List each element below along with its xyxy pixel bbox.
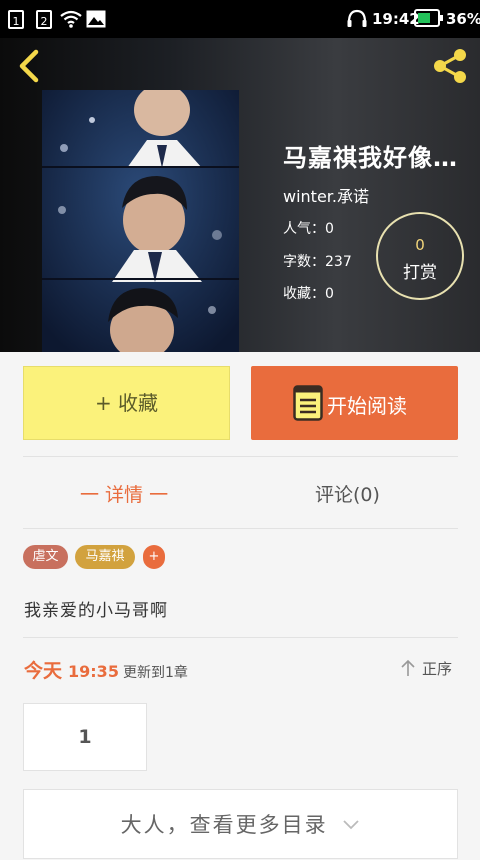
word-count-value: 237 xyxy=(325,254,352,270)
divider xyxy=(23,456,458,457)
gallery-icon xyxy=(86,10,106,28)
start-reading-button[interactable]: 开始阅读 xyxy=(251,366,458,440)
word-count-label: 字数： xyxy=(283,254,325,270)
update-day: 今天 xyxy=(24,660,63,682)
book-cover[interactable] xyxy=(42,90,239,352)
more-catalog-label: 大人，查看更多目录 xyxy=(120,813,328,837)
divider xyxy=(23,528,458,529)
headset-icon xyxy=(347,9,367,27)
update-info: 今天 19:35 更新到1章 xyxy=(24,656,188,683)
book-icon xyxy=(293,385,323,421)
update-text: 更新到1章 xyxy=(122,665,188,681)
chapter-item[interactable]: 1 xyxy=(23,703,147,771)
tag-chip[interactable]: 虐文 xyxy=(23,545,68,569)
popularity-stat: 人气：0 xyxy=(283,218,334,238)
tip-count: 0 xyxy=(415,236,425,254)
battery-icon xyxy=(414,9,443,27)
favorites-value: 0 xyxy=(325,286,334,302)
start-reading-label: 开始阅读 xyxy=(327,394,407,418)
book-title: 马嘉祺我好像… xyxy=(283,144,458,172)
cover-image xyxy=(42,90,239,352)
book-author[interactable]: winter.承诺 xyxy=(283,183,369,207)
add-tag-button[interactable]: + xyxy=(143,545,165,569)
word-count-stat: 字数：237 xyxy=(283,251,352,271)
wifi-icon xyxy=(60,10,82,28)
tip-label: 打赏 xyxy=(403,263,437,283)
favorites-label: 收藏： xyxy=(283,286,325,302)
tab-comments[interactable]: 评论(0) xyxy=(315,480,380,507)
tip-button[interactable]: 0 打赏 xyxy=(376,212,464,300)
add-to-favorites-button[interactable]: + 收藏 xyxy=(23,366,230,440)
update-time: 19:35 xyxy=(68,662,119,681)
chevron-down-icon xyxy=(343,820,359,830)
tag-chip[interactable]: 马嘉祺 xyxy=(75,545,135,569)
status-bar: 1 2 19:42 36% xyxy=(0,0,480,38)
status-time: 19:42 xyxy=(372,10,420,28)
sort-toggle[interactable]: 正序 xyxy=(400,658,452,679)
share-icon[interactable] xyxy=(430,48,470,84)
book-description: 我亲爱的小马哥啊 xyxy=(24,601,168,621)
tab-details[interactable]: 一 详情 一 xyxy=(80,480,168,507)
favorites-stat: 收藏：0 xyxy=(283,283,334,303)
popularity-value: 0 xyxy=(325,221,334,237)
more-catalog-button[interactable]: 大人，查看更多目录 xyxy=(23,789,458,859)
up-arrow-icon xyxy=(401,659,415,676)
divider xyxy=(23,637,458,638)
back-arrow-icon[interactable] xyxy=(14,48,44,84)
popularity-label: 人气： xyxy=(283,221,325,237)
sim1-icon: 1 xyxy=(8,10,24,29)
sim2-icon: 2 xyxy=(36,10,52,29)
sort-label: 正序 xyxy=(422,660,453,678)
battery-percent: 36% xyxy=(446,10,480,28)
